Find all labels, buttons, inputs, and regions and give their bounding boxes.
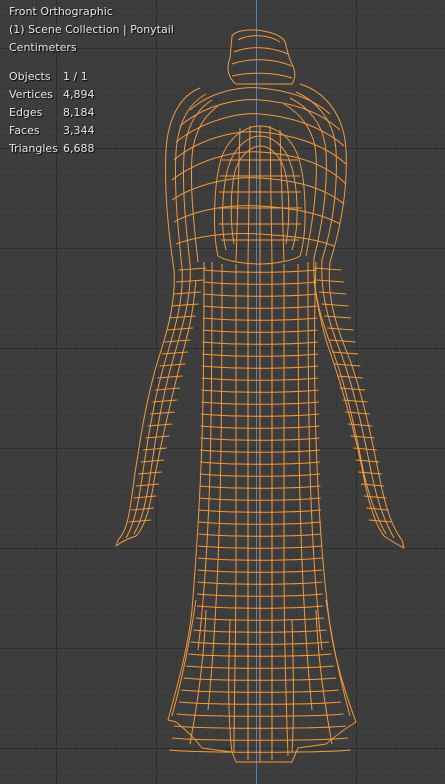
stat-value: 6,688 — [63, 142, 95, 155]
stat-value: 3,344 — [63, 124, 95, 137]
stat-label: Triangles — [9, 142, 58, 155]
view-name-text: Front Orthographic — [9, 5, 113, 18]
units-text: Centimeters — [9, 41, 77, 54]
stat-label: Objects — [9, 70, 51, 83]
stat-row-objects: Objects 1 / 1 — [9, 68, 174, 86]
stat-value: 4,894 — [63, 88, 95, 101]
stat-row-faces: Faces 3,344 — [9, 122, 174, 140]
stat-row-vertices: Vertices 4,894 — [9, 86, 174, 104]
stat-row-edges: Edges 8,184 — [9, 104, 174, 122]
stat-value: 1 / 1 — [63, 70, 88, 83]
collection-text: (1) Scene Collection | Ponytail — [9, 23, 174, 36]
stat-value: 8,184 — [63, 106, 95, 119]
knot-inner — [231, 35, 293, 79]
statistics-panel: Objects 1 / 1 Vertices 4,894 Edges 8,184… — [9, 68, 174, 158]
3d-viewport[interactable]: Front Orthographic (1) Scene Collection … — [0, 0, 445, 784]
stat-label: Edges — [9, 106, 43, 119]
stat-row-triangles: Triangles 6,688 — [9, 140, 174, 158]
stat-label: Vertices — [9, 88, 53, 101]
viewport-info-overlay: Front Orthographic (1) Scene Collection … — [9, 3, 174, 158]
stat-label: Faces — [9, 124, 40, 137]
